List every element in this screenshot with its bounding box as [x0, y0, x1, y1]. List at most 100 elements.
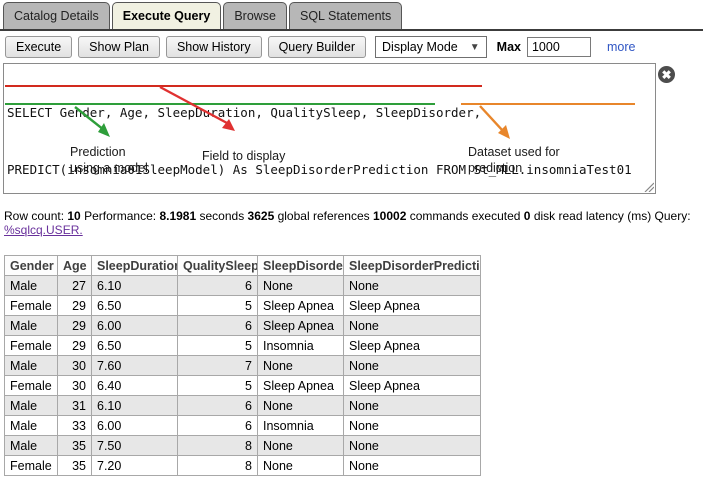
performance-label: Performance: [84, 209, 156, 223]
table-cell: Sleep Apnea [258, 376, 344, 396]
global-refs-value: 3625 [248, 209, 275, 223]
table-cell: Female [5, 456, 58, 476]
performance-value: 8.1981 [159, 209, 196, 223]
table-cell: Male [5, 436, 58, 456]
tab-sql-statements[interactable]: SQL Statements [289, 2, 402, 29]
query-builder-button[interactable]: Query Builder [268, 36, 366, 58]
table-cell: 8 [178, 456, 258, 476]
table-row: Male296.006Sleep ApneaNone [5, 316, 481, 336]
table-cell: None [344, 436, 481, 456]
table-cell: None [258, 456, 344, 476]
table-cell: None [344, 416, 481, 436]
table-cell: 35 [58, 456, 92, 476]
table-cell: Male [5, 316, 58, 336]
table-cell: 7.60 [92, 356, 178, 376]
table-cell: 6.10 [92, 276, 178, 296]
table-cell: Female [5, 376, 58, 396]
show-plan-button[interactable]: Show Plan [78, 36, 160, 58]
commands-label: commands executed [410, 209, 521, 223]
column-header: Gender [5, 256, 58, 276]
table-cell: 6.50 [92, 296, 178, 316]
execute-button[interactable]: Execute [5, 36, 72, 58]
table-cell: 6.10 [92, 396, 178, 416]
table-row: Male336.006InsomniaNone [5, 416, 481, 436]
close-icon[interactable]: ✖ [656, 64, 677, 85]
table-cell: Sleep Apnea [258, 316, 344, 336]
table-row: Female296.505Sleep ApneaSleep Apnea [5, 296, 481, 316]
disk-latency-label: disk read latency (ms) [534, 209, 651, 223]
annotation-line: using a model [70, 160, 148, 176]
table-cell: 5 [178, 336, 258, 356]
query-cache-link[interactable]: %sqlcq.USER. [4, 223, 83, 237]
table-cell: None [258, 396, 344, 416]
table-row: Male307.607NoneNone [5, 356, 481, 376]
table-cell: Sleep Apnea [344, 336, 481, 356]
table-cell: 31 [58, 396, 92, 416]
table-cell: Female [5, 296, 58, 316]
query-area: SELECT Gender, Age, SleepDuration, Quali… [0, 63, 703, 197]
display-mode-select[interactable]: Display Mode ▼ [375, 36, 487, 58]
table-cell: 29 [58, 336, 92, 356]
table-cell: Sleep Apnea [344, 296, 481, 316]
resize-handle[interactable] [643, 181, 654, 192]
table-cell: 30 [58, 356, 92, 376]
table-cell: Male [5, 356, 58, 376]
tab-browse[interactable]: Browse [223, 2, 287, 29]
more-link[interactable]: more [607, 40, 635, 54]
table-cell: None [344, 276, 481, 296]
table-cell: None [344, 316, 481, 336]
column-header: SleepDisorderPrediction [344, 256, 481, 276]
table-cell: 5 [178, 296, 258, 316]
query-editor[interactable]: SELECT Gender, Age, SleepDuration, Quali… [3, 63, 656, 194]
table-cell: Male [5, 396, 58, 416]
annotation-line: Field to display [202, 148, 285, 164]
table-cell: 6 [178, 316, 258, 336]
table-cell: 27 [58, 276, 92, 296]
table-cell: None [344, 356, 481, 376]
table-cell: Insomnia [258, 336, 344, 356]
table-cell: None [344, 396, 481, 416]
tab-bar: Catalog Details Execute Query Browse SQL… [0, 0, 703, 31]
global-refs-label: global references [278, 209, 370, 223]
table-cell: Male [5, 416, 58, 436]
table-cell: 30 [58, 376, 92, 396]
table-row: Female357.208NoneNone [5, 456, 481, 476]
table-row: Female296.505InsomniaSleep Apnea [5, 336, 481, 356]
table-cell: Sleep Apnea [344, 376, 481, 396]
table-row: Male276.106NoneNone [5, 276, 481, 296]
annotation-field-display: Field to display [202, 148, 285, 164]
annotation-dataset: Dataset used for prediction [468, 144, 560, 176]
table-cell: None [344, 456, 481, 476]
show-history-button[interactable]: Show History [166, 36, 262, 58]
table-cell: None [258, 436, 344, 456]
disk-latency-value: 0 [524, 209, 531, 223]
table-cell: 29 [58, 296, 92, 316]
table-cell: 6 [178, 416, 258, 436]
table-cell: 6 [178, 396, 258, 416]
display-mode-value: Display Mode [382, 40, 458, 54]
table-cell: 7.50 [92, 436, 178, 456]
results-table: GenderAgeSleepDurationQualitySleepSleepD… [4, 255, 481, 476]
red-underline [5, 85, 482, 87]
results-table-body: Male276.106NoneNoneFemale296.505Sleep Ap… [5, 276, 481, 476]
table-cell: None [258, 276, 344, 296]
table-cell: 7.20 [92, 456, 178, 476]
table-cell: 5 [178, 376, 258, 396]
seconds-label: seconds [200, 209, 245, 223]
annotation-prediction-model: Prediction using a model [70, 144, 148, 176]
status-line: Row count: 10 Performance: 8.1981 second… [0, 209, 703, 237]
table-header-row: GenderAgeSleepDurationQualitySleepSleepD… [5, 256, 481, 276]
green-underline [5, 103, 435, 105]
tab-execute-query[interactable]: Execute Query [112, 2, 222, 29]
column-header: QualitySleep [178, 256, 258, 276]
max-rows-input[interactable] [527, 37, 591, 57]
tab-catalog-details[interactable]: Catalog Details [3, 2, 110, 29]
table-cell: 33 [58, 416, 92, 436]
table-cell: Female [5, 336, 58, 356]
sql-line-1: SELECT Gender, Age, SleepDuration, Quali… [7, 103, 632, 122]
orange-underline [461, 103, 635, 105]
toolbar: Execute Show Plan Show History Query Bui… [0, 31, 703, 58]
table-cell: 29 [58, 316, 92, 336]
table-cell: Insomnia [258, 416, 344, 436]
table-cell: 6.00 [92, 316, 178, 336]
